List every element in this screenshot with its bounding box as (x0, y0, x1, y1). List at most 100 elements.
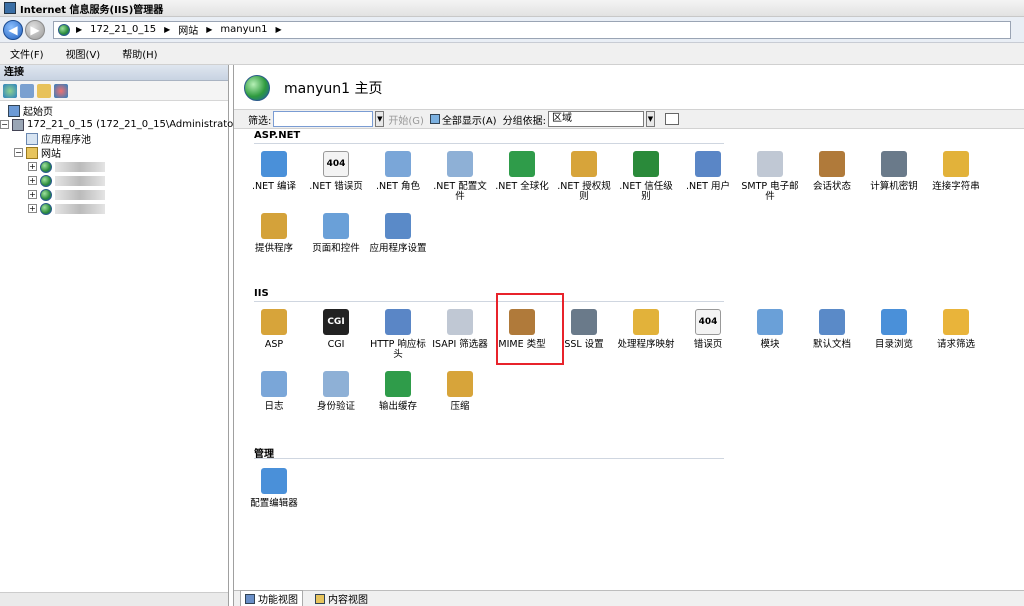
horizontal-scrollbar[interactable] (0, 592, 228, 606)
collapse-icon[interactable]: − (0, 120, 9, 129)
aspnet-feature-label: .NET 用户 (686, 181, 730, 192)
show-all-button[interactable]: 全部显示(A) (429, 112, 497, 127)
aspnet-feature-7[interactable]: .NET 用户 (678, 151, 738, 192)
filter-dropdown[interactable]: ▼ (375, 111, 385, 127)
breadcrumb-sites[interactable]: 网站 (178, 22, 198, 37)
forward-button[interactable]: ▶ (25, 19, 45, 40)
aspnet-feature-icon (819, 151, 845, 177)
aspnet-feature-9[interactable]: 会话状态 (802, 151, 862, 192)
iis-feature-3[interactable]: ISAPI 筛选器 (430, 309, 490, 350)
tree-item-sites[interactable]: − 网站 (14, 146, 61, 160)
menu-view[interactable]: 视图(V) (66, 46, 101, 61)
iis-feature-2[interactable]: HTTP 响应标头 (368, 309, 428, 360)
aspnet-feature-10[interactable]: 计算机密钥 (864, 151, 924, 192)
iis-feature-label: 处理程序映射 (617, 339, 675, 350)
menu-help[interactable]: 帮助(H) (122, 46, 157, 61)
aspnet-feature-8[interactable]: SMTP 电子邮件 (740, 151, 800, 202)
back-button[interactable]: ◀ (3, 19, 23, 40)
iis-feature-label: 错误页 (693, 339, 723, 350)
manage-feature-0[interactable]: 配置编辑器 (244, 468, 304, 509)
filter-input[interactable] (273, 111, 374, 127)
globe-icon (40, 188, 52, 201)
iis-feature-15[interactable]: 压缩 (430, 371, 490, 412)
iis-feature-1[interactable]: CGI CGI (306, 309, 366, 350)
manage-feature-label: 配置编辑器 (250, 498, 298, 509)
view-tabs: 功能视图 内容视图 (234, 590, 1024, 606)
iis-feature-7[interactable]: 404 错误页 (678, 309, 738, 350)
connect-icon[interactable] (3, 83, 17, 98)
iis-feature-label: 目录浏览 (874, 339, 913, 350)
chevron-right-icon[interactable]: ▶ (76, 25, 82, 34)
tree-item-app-pools[interactable]: 应用程序池 (26, 132, 91, 146)
group-by-dropdown[interactable]: ▼ (645, 111, 655, 127)
tab-features-view[interactable]: 功能视图 (240, 590, 303, 606)
expand-icon[interactable]: + (28, 162, 37, 171)
aspnet-feature-label: 计算机密钥 (870, 181, 918, 192)
iis-feature-icon (509, 309, 535, 335)
aspnet-feature-icon (323, 213, 349, 239)
iis-feature-9[interactable]: 默认文档 (802, 309, 862, 350)
aspnet-feature-label: 应用程序设置 (369, 243, 427, 254)
iis-feature-label: 身份验证 (316, 401, 355, 412)
aspnet-feature-1[interactable]: 404 .NET 错误页 (306, 151, 366, 192)
iis-feature-icon (447, 309, 473, 335)
aspnet-feature-5[interactable]: .NET 授权规则 (554, 151, 614, 202)
expand-icon[interactable]: + (28, 190, 37, 199)
save-icon[interactable] (20, 83, 34, 98)
up-folder-icon[interactable] (37, 83, 51, 98)
iis-feature-icon (447, 371, 473, 397)
tree-item-server[interactable]: − 172_21_0_15 (172_21_0_15\Administrator… (0, 118, 241, 131)
tree-item-site[interactable]: + (28, 174, 105, 187)
aspnet-feature-2[interactable]: .NET 角色 (368, 151, 428, 192)
iis-feature-13[interactable]: 身份验证 (306, 371, 366, 412)
iis-feature-label: ASP (264, 339, 284, 350)
iis-feature-label: HTTP 响应标头 (370, 339, 426, 360)
chevron-right-icon[interactable]: ▶ (164, 25, 170, 34)
collapse-icon[interactable]: − (14, 148, 23, 157)
tree-item-start-page[interactable]: 起始页 (8, 104, 53, 118)
aspnet-feature-3[interactable]: .NET 配置文件 (430, 151, 490, 202)
iis-feature-11[interactable]: 请求筛选 (926, 309, 986, 350)
start-page-icon (8, 104, 20, 117)
address-bar: ◀ ▶ ▶ 172_21_0_15 ▶ 网站 ▶ manyun1 ▶ (0, 17, 1024, 43)
aspnet-feature-12[interactable]: 提供程序 (244, 213, 304, 254)
filter-bar: 筛选: ▼ 开始(G) 全部显示(A) 分组依据: 区域 ▼ (234, 109, 1024, 129)
aspnet-feature-icon (695, 151, 721, 177)
aspnet-feature-0[interactable]: .NET 编译 (244, 151, 304, 192)
iis-feature-6[interactable]: 处理程序映射 (616, 309, 676, 350)
iis-feature-4[interactable]: MIME 类型 (492, 309, 552, 350)
disconnect-icon[interactable] (54, 83, 68, 98)
tree-item-site[interactable]: + (28, 188, 105, 201)
group-by-select[interactable]: 区域 (547, 111, 644, 127)
aspnet-feature-14[interactable]: 应用程序设置 (368, 213, 428, 254)
chevron-right-icon[interactable]: ▶ (206, 25, 212, 34)
iis-feature-5[interactable]: SSL 设置 (554, 309, 614, 350)
breadcrumb[interactable]: ▶ 172_21_0_15 ▶ 网站 ▶ manyun1 ▶ (53, 20, 1011, 39)
section-manage: 管理 (254, 445, 724, 460)
start-filter-button[interactable]: 开始(G) (388, 112, 424, 127)
expand-icon[interactable]: + (28, 204, 37, 213)
view-mode-icon[interactable] (664, 113, 679, 125)
page-title: manyun1 主页 (284, 81, 383, 97)
expand-icon[interactable]: + (28, 176, 37, 185)
aspnet-feature-6[interactable]: .NET 信任级别 (616, 151, 676, 202)
iis-feature-0[interactable]: ASP (244, 309, 304, 350)
iis-feature-10[interactable]: 目录浏览 (864, 309, 924, 350)
tree-item-site[interactable]: + (28, 160, 105, 173)
aspnet-feature-label: .NET 信任级别 (619, 181, 673, 202)
aspnet-feature-11[interactable]: 连接字符串 (926, 151, 986, 192)
tab-content-view[interactable]: 内容视图 (311, 591, 372, 606)
tree-item-site[interactable]: + (28, 202, 105, 215)
iis-feature-12[interactable]: 日志 (244, 371, 304, 412)
aspnet-feature-13[interactable]: 页面和控件 (306, 213, 366, 254)
breadcrumb-site[interactable]: manyun1 (220, 24, 267, 35)
chevron-right-icon[interactable]: ▶ (276, 25, 282, 34)
aspnet-feature-4[interactable]: .NET 全球化 (492, 151, 552, 192)
iis-feature-14[interactable]: 输出缓存 (368, 371, 428, 412)
iis-feature-label: CGI (327, 339, 345, 350)
menu-file[interactable]: 文件(F) (10, 46, 44, 61)
iis-feature-label: 压缩 (450, 401, 470, 412)
iis-feature-icon (881, 309, 907, 335)
iis-feature-8[interactable]: 模块 (740, 309, 800, 350)
breadcrumb-server[interactable]: 172_21_0_15 (90, 24, 156, 35)
